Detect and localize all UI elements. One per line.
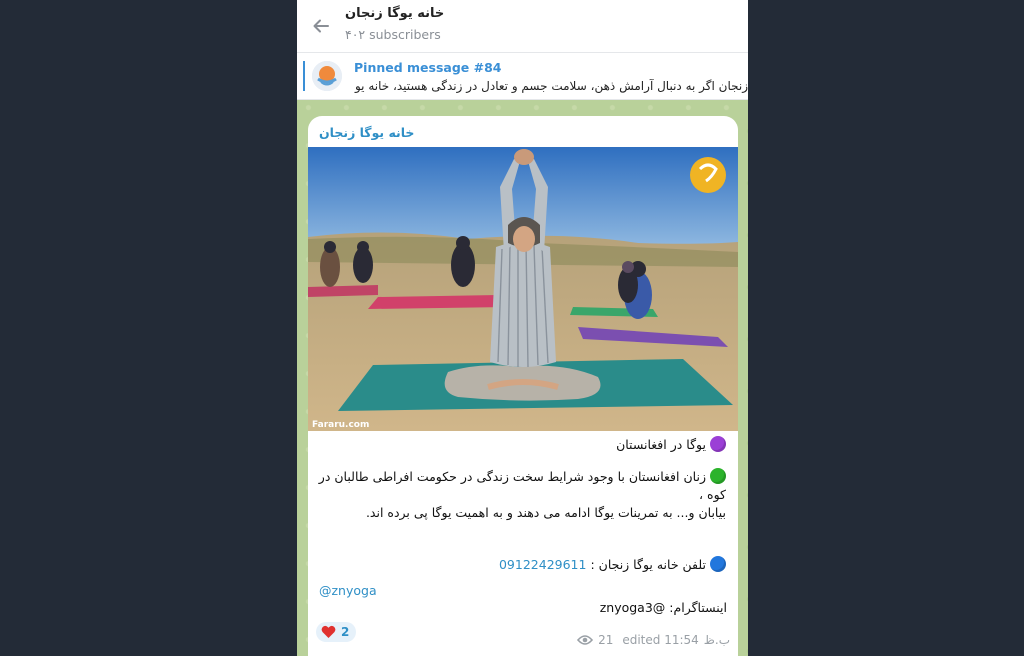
reaction-count: 2 (341, 625, 350, 639)
heart-icon (321, 625, 336, 638)
phone-number-link[interactable]: 09122429611 (499, 557, 586, 572)
phone-label: تلفن خانه یوگا زنجان : (590, 557, 706, 572)
green-circle-icon (710, 468, 726, 484)
time-period: ب.ظ (703, 633, 730, 647)
body-line-2: بیابان و... به تمرینات یوگا ادامه می دهن… (365, 505, 726, 520)
pinned-message-bar[interactable]: Pinned message #84 زنجان اگر به دنبال آر… (297, 53, 748, 100)
purple-circle-icon (710, 436, 726, 452)
phone-line: تلفن خانه یوگا زنجان : 09122429611 (318, 556, 726, 574)
handle-link[interactable]: @znyoga (319, 583, 377, 598)
edited-time: edited 11:54 (622, 633, 699, 647)
subscriber-count: ۴۰۲ subscribers (345, 27, 441, 42)
chat-panel: خانه یوگا زنجان ۴۰۲ subscribers Pinned m… (297, 0, 748, 656)
back-button[interactable] (307, 12, 335, 40)
message-headline: یوگا در افغانستان (616, 437, 706, 452)
message-photo[interactable]: Fararu.com (308, 147, 738, 431)
arrow-left-icon (313, 19, 329, 33)
blue-circle-icon (710, 556, 726, 572)
pinned-thumbnail (312, 61, 342, 91)
photo-watermark: Fararu.com (312, 420, 369, 430)
message-meta: 21 edited 11:54 ب.ظ (577, 633, 730, 647)
pinned-label: Pinned message #84 (354, 60, 502, 75)
chat-background: خانه یوگا زنجان Fararu.com یوگا در افغان… (297, 100, 748, 656)
view-count: 21 (598, 633, 614, 647)
chat-header: خانه یوگا زنجان ۴۰۲ subscribers (297, 0, 748, 53)
message-sender[interactable]: خانه یوگا زنجان (319, 125, 414, 140)
instagram-line: اینستاگرام: @znyoga3 (599, 600, 727, 615)
message-bubble: خانه یوگا زنجان Fararu.com یوگا در افغان… (308, 116, 738, 656)
headline-line: یوگا در افغانستان (318, 436, 726, 454)
body-line-1: زنان افغانستان با وجود شرایط سخت زندگی د… (318, 468, 726, 502)
pinned-indicator (303, 61, 305, 91)
message-text: یوگا در افغانستان زنان افغانستان با وجود… (318, 436, 726, 574)
eye-icon (577, 635, 594, 645)
channel-title[interactable]: خانه یوگا زنجان (345, 6, 444, 21)
pinned-preview-text: زنجان اگر به دنبال آرامش ذهن، سلامت جسم … (354, 79, 748, 93)
reaction-heart-button[interactable]: 2 (316, 622, 357, 642)
